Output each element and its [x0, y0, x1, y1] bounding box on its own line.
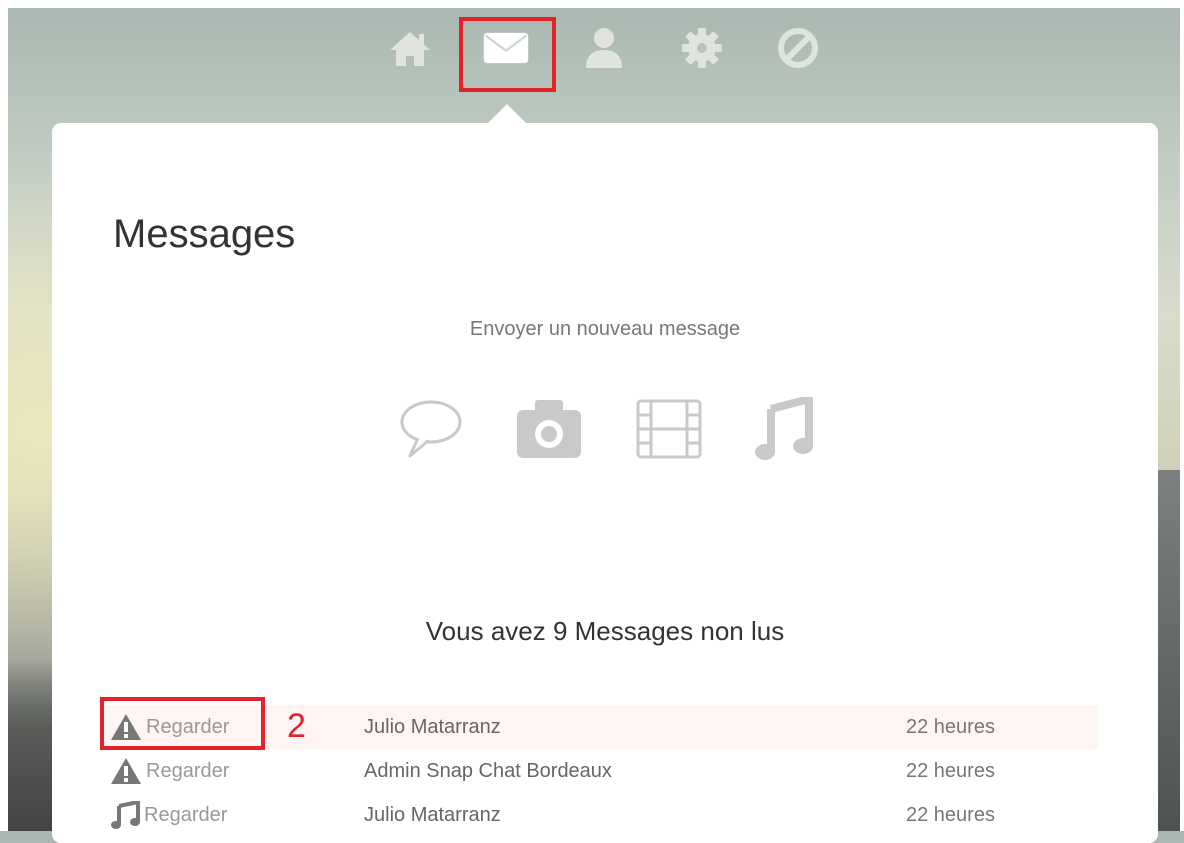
unread-count-label: Vous avez 9 Messages non lus — [425, 616, 785, 646]
send-new-message-label: Envoyer un nouveau message — [469, 318, 741, 340]
list-item: Regarder Julio Matarranz 22 heures — [102, 793, 1098, 837]
annotation-box-2 — [100, 697, 265, 750]
message-time: 22 heures — [906, 759, 995, 782]
message-sender: Admin Snap Chat Bordeaux — [364, 759, 612, 782]
user-icon — [586, 28, 622, 68]
view-label: Regarder — [146, 759, 230, 782]
film-icon — [636, 399, 702, 459]
music-note-icon — [111, 801, 140, 829]
view-message-button[interactable]: Regarder — [110, 749, 229, 793]
list-item: Regarder Admin Snap Chat Bordeaux 22 heu… — [102, 749, 1098, 793]
gear-icon — [682, 28, 722, 68]
view-message-button[interactable]: Regarder — [110, 793, 227, 837]
send-photo-button[interactable] — [514, 394, 584, 464]
annotation-number-2: 2 — [287, 707, 306, 745]
panel-caret — [487, 104, 527, 124]
nav-settings[interactable] — [678, 24, 726, 72]
nav-home[interactable] — [386, 24, 434, 72]
message-time: 22 heures — [906, 715, 995, 738]
annotation-box-1 — [459, 17, 556, 92]
view-label: Regarder — [144, 803, 228, 826]
block-icon — [778, 28, 818, 68]
camera-icon — [517, 400, 581, 458]
send-video-button[interactable] — [634, 394, 704, 464]
message-sender: Julio Matarranz — [364, 715, 501, 738]
send-text-button[interactable] — [398, 394, 464, 464]
home-icon — [390, 32, 430, 66]
music-note-icon — [755, 397, 813, 460]
message-time: 22 heures — [906, 803, 995, 826]
speech-bubble-icon — [400, 400, 462, 458]
message-sender: Julio Matarranz — [364, 803, 501, 826]
page-title: Messages — [113, 212, 296, 256]
image-border-right — [1180, 0, 1184, 831]
send-audio-button[interactable] — [752, 394, 814, 464]
warning-icon — [111, 758, 141, 784]
background-shadow — [1158, 470, 1180, 831]
image-border-left — [0, 0, 8, 831]
top-nav — [0, 0, 1184, 100]
nav-profile[interactable] — [580, 24, 628, 72]
nav-block[interactable] — [774, 24, 822, 72]
background-shadow — [8, 660, 52, 831]
